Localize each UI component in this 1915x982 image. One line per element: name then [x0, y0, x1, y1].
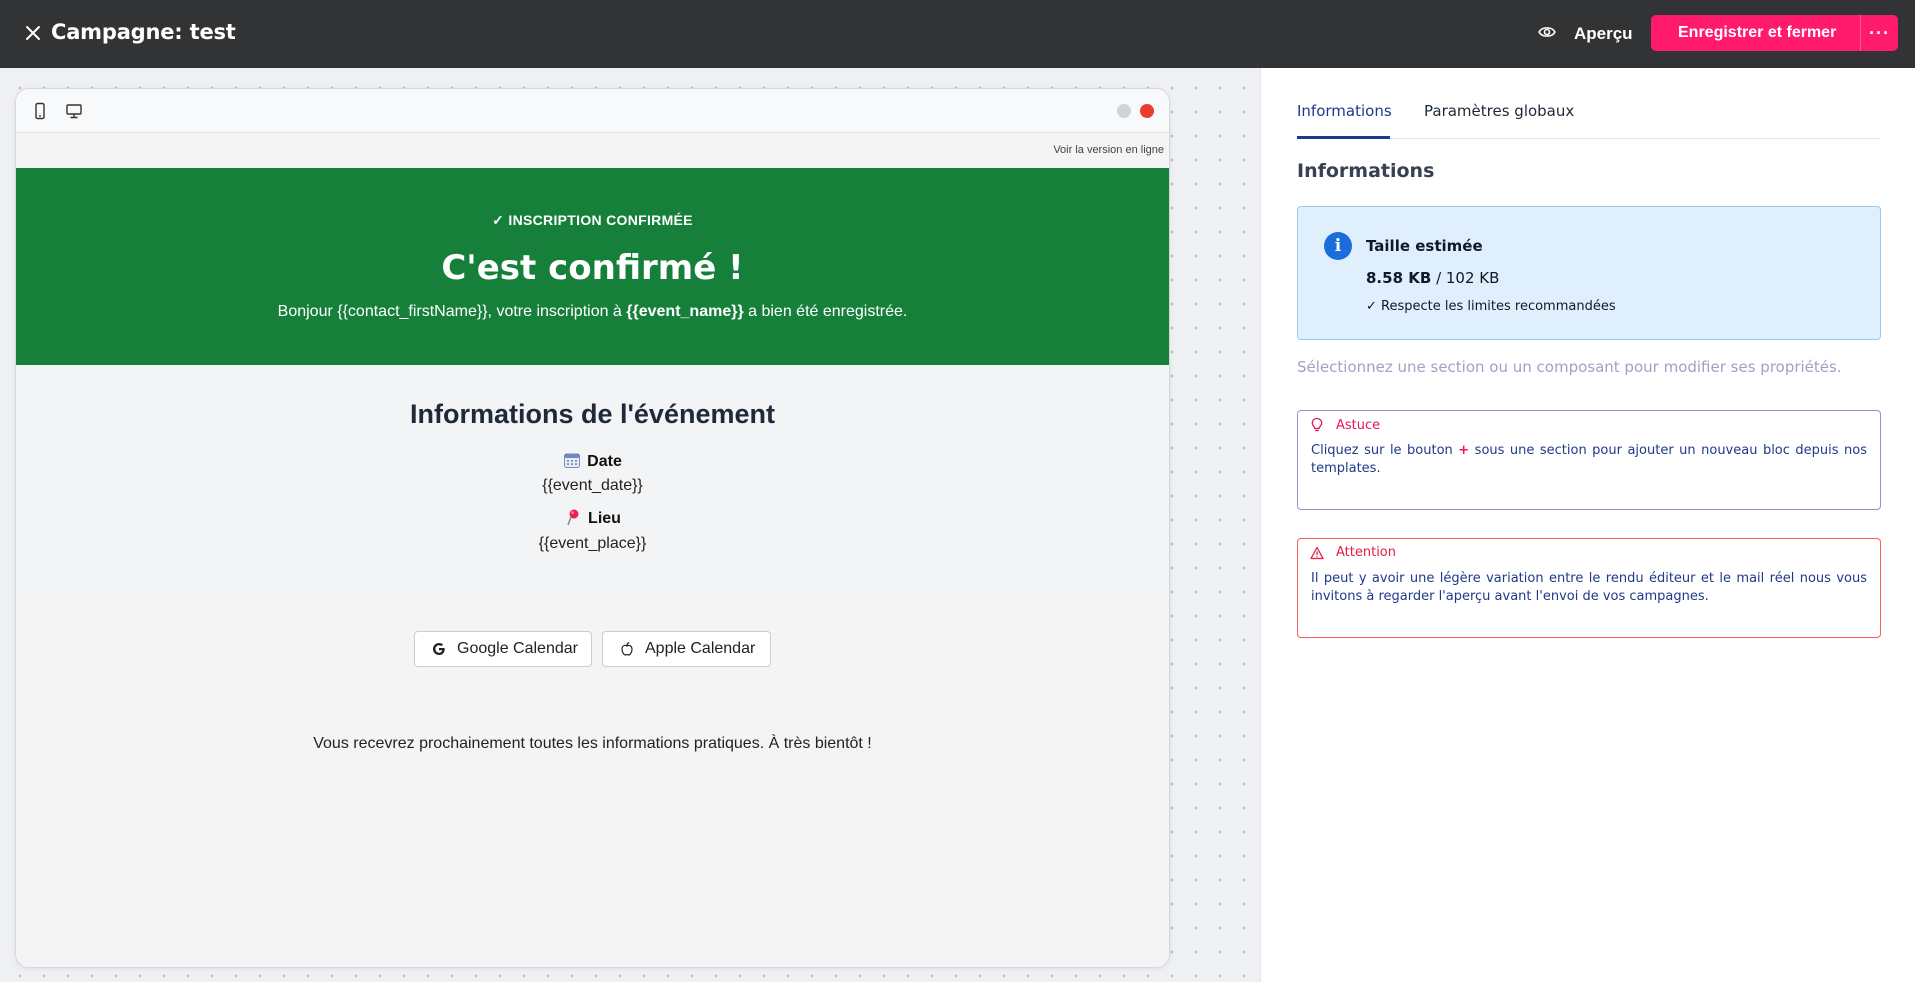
save-and-close-button[interactable]: Enregistrer et fermer ···	[1651, 15, 1898, 51]
estimated-size-title: Taille estimée	[1366, 237, 1483, 255]
google-calendar-button[interactable]: Google Calendar	[414, 631, 592, 667]
tip-header: Astuce	[1310, 417, 1380, 433]
tip-text: Cliquez sur le bouton + sous une section…	[1311, 443, 1867, 476]
email-preview-frame: Voir la version en ligne ✓ INSCRIPTION C…	[15, 88, 1170, 968]
confirmation-tag: ✓ INSCRIPTION CONFIRMÉE	[492, 212, 693, 228]
confirmation-title: C'est confirmé !	[441, 248, 744, 288]
tab-informations[interactable]: Informations	[1297, 102, 1392, 120]
warning-text: Il peut y avoir une légère variation ent…	[1311, 571, 1867, 604]
calendar-icon	[564, 453, 581, 468]
preview-label: Aperçu	[1574, 24, 1633, 43]
preview-button[interactable]: Aperçu	[1538, 22, 1633, 46]
date-label: Date	[16, 451, 1169, 471]
size-status: ✓ Respecte les limites recommandées	[1366, 299, 1616, 314]
active-tab-indicator	[1297, 136, 1390, 139]
pin-icon	[567, 509, 579, 526]
warning-icon	[1310, 546, 1324, 559]
date-value: {{event_date}}	[542, 477, 643, 494]
event-name-variable: {{event_name}}	[626, 303, 744, 320]
desktop-view-icon[interactable]	[64, 101, 84, 121]
selection-hint: Sélectionnez une section ou un composant…	[1297, 358, 1842, 376]
confirmation-banner: ✓ INSCRIPTION CONFIRMÉE C'est confirmé !…	[16, 168, 1169, 365]
eye-icon	[1538, 24, 1574, 44]
page-title: Campagne: test	[51, 20, 236, 44]
event-info-section[interactable]: Informations de l'événement Date {{event…	[16, 365, 1169, 597]
info-icon: i	[1324, 232, 1352, 260]
tab-global-settings[interactable]: Paramètres globaux	[1424, 102, 1574, 120]
panel-tabs: Informations Paramètres globaux	[1297, 68, 1881, 139]
save-and-close-label: Enregistrer et fermer	[1678, 24, 1837, 41]
estimated-size-value: 8.58 KB / 102 KB	[1366, 269, 1500, 287]
google-icon	[433, 643, 445, 655]
window-dot-red	[1140, 104, 1154, 118]
confirmation-message: Bonjour {{contact_firstName}}, votre ins…	[277, 303, 908, 320]
place-label: Lieu	[16, 508, 1169, 528]
calendar-section[interactable]: Google Calendar Apple Calendar Vous rece…	[16, 597, 1169, 967]
more-options-button[interactable]: ···	[1860, 15, 1898, 51]
view-online-link[interactable]: Voir la version en ligne	[1053, 144, 1164, 156]
top-bar: Campagne: test Aperçu Enregistrer et fer…	[0, 0, 1915, 68]
tip-card: Astuce Cliquez sur le bouton + sous une …	[1297, 410, 1881, 510]
preview-toolbar	[16, 89, 1169, 133]
properties-panel: Informations Paramètres globaux Informat…	[1260, 68, 1915, 982]
panel-heading: Informations	[1297, 160, 1435, 182]
mobile-view-icon[interactable]	[30, 101, 50, 121]
warning-header: Attention	[1310, 545, 1396, 560]
closing-message: Vous recevrez prochainement toutes les i…	[313, 735, 872, 752]
place-value: {{event_place}}	[538, 535, 647, 552]
lightbulb-icon	[1311, 417, 1323, 432]
event-info-title: Informations de l'événement	[409, 399, 775, 429]
close-icon[interactable]	[22, 22, 44, 44]
apple-icon	[621, 642, 633, 656]
apple-calendar-button[interactable]: Apple Calendar	[602, 631, 771, 667]
estimated-size-card: i Taille estimée 8.58 KB / 102 KB ✓ Resp…	[1297, 206, 1881, 340]
window-dot-grey	[1117, 104, 1131, 118]
warning-card: Attention Il peut y avoir une légère var…	[1297, 538, 1881, 638]
